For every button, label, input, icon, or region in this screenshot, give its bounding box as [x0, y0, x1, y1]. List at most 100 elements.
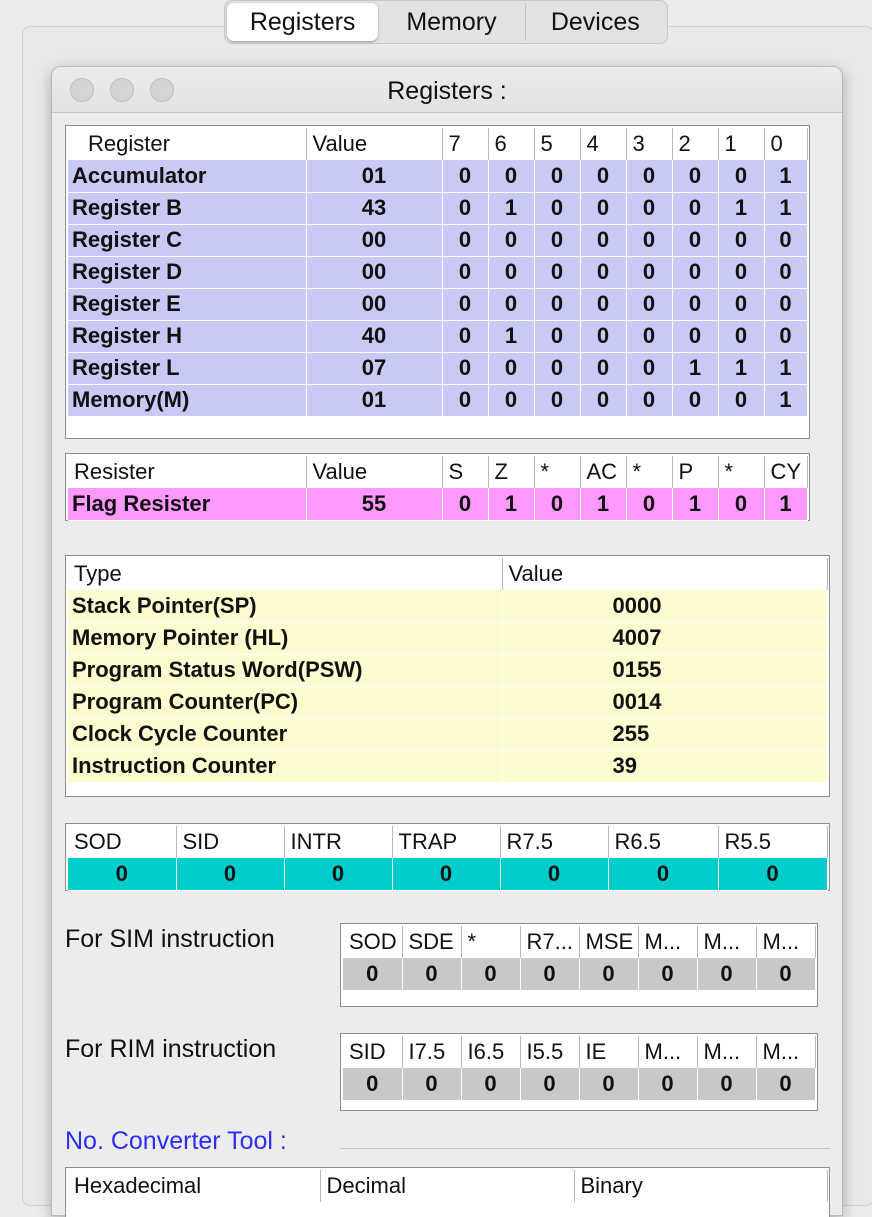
register-bit: 0 [672, 320, 719, 353]
registers-window: Registers : Register Value 7 6 5 4 3 2 1… [51, 66, 843, 1217]
sim-table-header: SOD SDE * R7... MSE M... M... M... [343, 926, 816, 958]
register-value: 07 [306, 352, 443, 385]
flag-bit: 1 [580, 488, 627, 521]
register-bit: 1 [764, 192, 808, 225]
register-bit: 0 [442, 160, 489, 193]
register-row[interactable]: Register E 00 0 0 0 0 0 0 0 0 [68, 288, 808, 321]
flag-bit: 1 [672, 488, 719, 521]
pointer-row[interactable]: Memory Pointer (HL) 4007 [68, 622, 828, 655]
register-bit: 0 [488, 160, 535, 193]
col-header-bit3: 3 [626, 128, 673, 160]
register-table: Register Value 7 6 5 4 3 2 1 0 Accumulat… [68, 128, 808, 417]
col-header-r65: R6.5 [608, 826, 719, 858]
col-header-sim: SDE [402, 926, 462, 958]
register-value: 00 [306, 256, 443, 289]
col-header-rim: M... [697, 1036, 757, 1068]
pointer-table: Type Value Stack Pointer(SP) 0000 Memory P… [68, 558, 828, 783]
register-bit: 0 [626, 256, 673, 289]
register-row[interactable]: Register H 40 0 1 0 0 0 0 0 0 [68, 320, 808, 353]
register-bit: 1 [488, 192, 535, 225]
flag-register-value: 55 [306, 488, 443, 521]
flag-register-row[interactable]: Flag Resister 55 0 1 0 1 0 1 0 1 [68, 488, 808, 521]
col-header-bit2: 2 [672, 128, 719, 160]
register-bit: 0 [488, 256, 535, 289]
sim-values-row[interactable]: 0 0 0 0 0 0 0 0 [343, 958, 816, 991]
pointer-name: Program Status Word(PSW) [68, 654, 503, 687]
pointer-row[interactable]: Stack Pointer(SP) 0000 [68, 590, 828, 623]
pointer-name: Program Counter(PC) [68, 686, 503, 719]
pointer-name: Stack Pointer(SP) [68, 590, 503, 623]
register-value: 40 [306, 320, 443, 353]
col-header-sim: M... [638, 926, 698, 958]
pointer-value: 39 [502, 750, 828, 783]
register-bit: 0 [672, 192, 719, 225]
register-value: 01 [306, 384, 443, 417]
window-titlebar[interactable]: Registers : [52, 67, 842, 113]
sid-value: 0 [176, 858, 285, 891]
converter-table-header: Hexadecimal Decimal Binary [68, 1170, 828, 1202]
register-name: Memory(M) [68, 384, 307, 417]
register-row[interactable]: Memory(M) 01 0 0 0 0 0 0 0 1 [68, 384, 808, 417]
register-bit: 0 [488, 352, 535, 385]
r55-value: 0 [718, 858, 828, 891]
col-header-bit7: 7 [442, 128, 489, 160]
col-header-bit5: 5 [534, 128, 581, 160]
register-row[interactable]: Register D 00 0 0 0 0 0 0 0 0 [68, 256, 808, 289]
col-header-rim: M... [756, 1036, 816, 1068]
sod-value: 0 [68, 858, 177, 891]
register-bit: 1 [672, 352, 719, 385]
register-bit: 0 [442, 256, 489, 289]
col-header-flag-p: P [672, 456, 719, 488]
col-header-hexadecimal: Hexadecimal [68, 1170, 321, 1202]
tab-registers[interactable]: Registers [227, 3, 379, 41]
pointer-row[interactable]: Clock Cycle Counter 255 [68, 718, 828, 751]
rim-value: 0 [697, 1068, 757, 1101]
pointer-row[interactable]: Program Counter(PC) 0014 [68, 686, 828, 719]
register-bit: 0 [534, 256, 581, 289]
rim-table: SID I7.5 I6.5 I5.5 IE M... M... M... 0 0… [343, 1036, 816, 1101]
sim-table-panel: SOD SDE * R7... MSE M... M... M... 0 0 0… [340, 923, 818, 1007]
register-bit: 0 [626, 224, 673, 257]
register-bit: 0 [672, 256, 719, 289]
flag-bit: 0 [534, 488, 581, 521]
register-bit: 0 [442, 320, 489, 353]
pointer-row[interactable]: Program Status Word(PSW) 0155 [68, 654, 828, 687]
pointer-name: Clock Cycle Counter [68, 718, 503, 751]
sim-value: 0 [579, 958, 639, 991]
col-header-sim: * [461, 926, 521, 958]
register-bit: 1 [764, 384, 808, 417]
register-bit: 0 [626, 288, 673, 321]
tab-devices[interactable]: Devices [526, 3, 665, 41]
register-row[interactable]: Register C 00 0 0 0 0 0 0 0 0 [68, 224, 808, 257]
register-bit: 0 [672, 288, 719, 321]
register-row[interactable]: Accumulator 01 0 0 0 0 0 0 0 1 [68, 160, 808, 193]
rim-label: For RIM instruction [65, 1035, 277, 1063]
register-row[interactable]: Register L 07 0 0 0 0 0 1 1 1 [68, 352, 808, 385]
flag-table: Resister Value S Z * AC * P * CY Flag Re… [68, 456, 808, 521]
col-header-flag-unused: * [626, 456, 673, 488]
r75-value: 0 [500, 858, 609, 891]
register-name: Register L [68, 352, 307, 385]
register-name: Register C [68, 224, 307, 257]
rim-values-row[interactable]: 0 0 0 0 0 0 0 0 [343, 1068, 816, 1101]
rim-value: 0 [402, 1068, 462, 1101]
pointer-name: Memory Pointer (HL) [68, 622, 503, 655]
sim-value: 0 [402, 958, 462, 991]
tab-memory[interactable]: Memory [378, 3, 526, 41]
register-bit: 0 [580, 160, 627, 193]
register-bit: 0 [534, 224, 581, 257]
register-table-header: Register Value 7 6 5 4 3 2 1 0 [68, 128, 808, 160]
register-bit: 0 [764, 224, 808, 257]
intr-value: 0 [284, 858, 393, 891]
register-row[interactable]: Register B 43 0 1 0 0 0 0 1 1 [68, 192, 808, 225]
register-bit: 0 [488, 224, 535, 257]
pointer-row[interactable]: Instruction Counter 39 [68, 750, 828, 783]
pointer-table-panel: Type Value Stack Pointer(SP) 0000 Memory P… [65, 555, 830, 797]
sim-value: 0 [638, 958, 698, 991]
col-header-rim: M... [638, 1036, 698, 1068]
col-header-r55: R5.5 [718, 826, 828, 858]
register-bit: 0 [764, 256, 808, 289]
interrupt-table-panel: SOD SID INTR TRAP R7.5 R6.5 R5.5 0 0 0 0… [65, 823, 830, 891]
interrupt-values-row[interactable]: 0 0 0 0 0 0 0 [68, 858, 828, 891]
register-bit: 0 [672, 160, 719, 193]
